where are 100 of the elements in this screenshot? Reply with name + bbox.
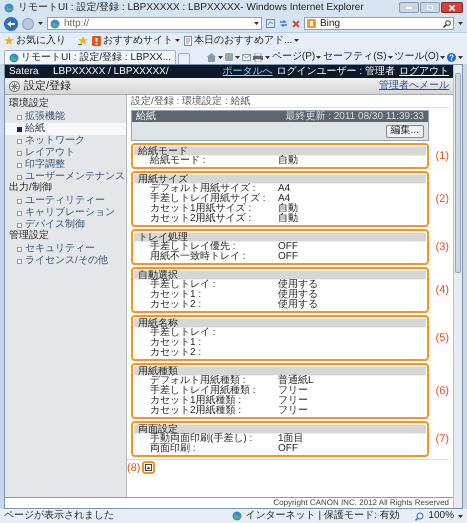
setting-value: OFF xyxy=(278,252,298,262)
setting-label: 手差しトレイ : xyxy=(150,328,217,338)
last-updated: 最終更新 : 2011 08/30 11:39:33 xyxy=(285,112,424,122)
setting-label: カセット2用紙種類 : xyxy=(150,406,242,416)
search-field[interactable]: Bing xyxy=(304,17,454,30)
setting-label: 手差しトレイ用紙サイズ : xyxy=(150,194,267,204)
sidebar-item[interactable]: ユーザーメンテナンス xyxy=(5,171,126,183)
security-zone: インターネット | 保護モード: 有効 xyxy=(246,511,400,521)
page-top-icon xyxy=(145,464,152,471)
mail-link[interactable]: 管理者へメール xyxy=(379,81,449,91)
logout-link[interactable]: ログアウト xyxy=(399,66,449,76)
favorites-button[interactable]: お気に入り xyxy=(4,36,74,46)
caret-icon[interactable] xyxy=(458,22,463,25)
setting-value: フリー xyxy=(278,406,308,416)
sidebar-group-title: 出力/制御 xyxy=(8,183,53,195)
setting-label: 手差しトレイ : xyxy=(150,280,217,290)
favorites-link[interactable]: 本日のおすすめアド... xyxy=(184,36,300,46)
section-header: 給紙モード xyxy=(134,146,426,156)
callout-label: (2) xyxy=(436,194,449,204)
setting-label: カセット2 : xyxy=(150,348,202,358)
setting-label: カセット1 : xyxy=(150,338,202,348)
portal-link[interactable]: ポータルへ xyxy=(222,66,273,76)
callout-label: (3) xyxy=(436,242,449,252)
setting-value: 1面目 xyxy=(278,434,304,444)
section-header: 用紙名称 xyxy=(134,318,426,328)
setting-label: 手動両面印刷(手差し) : xyxy=(150,434,254,444)
callout-label: (6) xyxy=(436,386,449,396)
setting-value: 普通紙L xyxy=(278,376,314,386)
sidebar-item[interactable]: キャリブレーション xyxy=(5,207,126,219)
caret-icon[interactable] xyxy=(254,22,259,25)
section-header: 用紙種類 xyxy=(134,366,426,376)
sidebar-item[interactable]: セキュリティー xyxy=(5,243,126,255)
back-button[interactable] xyxy=(4,16,18,30)
sidebar-item[interactable]: レイアウト xyxy=(5,147,126,159)
stop-icon[interactable] xyxy=(292,20,300,28)
sidebar-item[interactable]: 印字調整 xyxy=(5,159,126,171)
setting-value: フリー xyxy=(278,386,308,396)
section-header: 自動選択 xyxy=(134,270,426,280)
add-favorite-icon[interactable] xyxy=(78,36,88,45)
sidebar-item[interactable]: 給紙 xyxy=(5,123,126,135)
setting-value: フリー xyxy=(278,396,308,406)
search-icon[interactable] xyxy=(443,20,451,28)
edit-button[interactable]: 編集... xyxy=(386,124,424,138)
zoom-icon xyxy=(415,512,424,520)
caret-icon[interactable] xyxy=(440,56,445,58)
favorites-link[interactable]: おすすめサイト xyxy=(92,36,180,46)
window-title: リモートUI : 設定/登録 : LBPXXXXX : LBPXXXXX- Windows Internet Explorer xyxy=(18,2,365,12)
sidebar-group-title: 環境設定 xyxy=(8,99,50,110)
page-top-button[interactable] xyxy=(142,461,156,474)
caret-icon[interactable] xyxy=(234,56,240,58)
browser-icon xyxy=(4,2,14,12)
setting-label: デフォルト用紙サイズ : xyxy=(150,184,256,194)
menu-button[interactable]: セーフティ(S) xyxy=(323,52,393,62)
caret-icon[interactable] xyxy=(388,56,393,58)
setting-value: OFF xyxy=(278,444,298,454)
sidebar-item[interactable]: 拡張機能 xyxy=(5,111,126,123)
setting-label: カセット1用紙種類 : xyxy=(150,396,242,406)
sidebar-item[interactable]: ネットワーク xyxy=(5,135,126,147)
caret-icon[interactable] xyxy=(218,56,223,58)
close-button[interactable] xyxy=(441,2,463,13)
page-icon xyxy=(9,52,19,62)
setting-value: A4 xyxy=(278,184,290,194)
browser-tab[interactable]: リモートUI : 設定/登録 : LBPXX... xyxy=(4,50,176,64)
refresh-icon[interactable] xyxy=(279,19,288,28)
setting-value: 使用する xyxy=(278,280,318,290)
section-header: 両面設定 xyxy=(134,424,426,434)
copyright: Copyright CANON INC. 2012 All Rights Reserved xyxy=(273,498,449,508)
setting-value: 自動 xyxy=(278,214,298,224)
setting-label: カセット2用紙サイズ : xyxy=(150,214,252,224)
bing-icon xyxy=(307,19,316,28)
help-icon[interactable] xyxy=(447,52,456,62)
caret-icon[interactable] xyxy=(316,56,322,58)
print-icon[interactable] xyxy=(252,52,263,62)
breadcrumb: 設定/登録 : 環境設定 : 給紙 xyxy=(131,97,449,108)
sidebar-item[interactable]: デバイス制御 xyxy=(5,219,126,231)
status-message: ページが表示されました xyxy=(4,511,115,521)
page-heading: 設定/登録 xyxy=(24,81,72,91)
setting-value: 自動 xyxy=(278,156,298,166)
page-icon xyxy=(184,36,192,46)
setting-value: 自動 xyxy=(278,204,298,214)
minimize-button[interactable] xyxy=(399,2,419,13)
caret-icon[interactable] xyxy=(38,22,43,25)
callout-label: (4) xyxy=(436,285,449,295)
sidebar-item[interactable]: ユーティリティー xyxy=(5,195,126,207)
caret-icon[interactable] xyxy=(458,56,463,58)
caret-icon[interactable] xyxy=(175,39,180,42)
sidebar-item[interactable]: ライセンス/その他 xyxy=(5,255,126,267)
caret-icon[interactable] xyxy=(458,514,463,518)
menu-button[interactable]: ツール(O) xyxy=(394,52,445,62)
callout-label: (7) xyxy=(436,434,449,444)
caret-icon[interactable] xyxy=(294,39,300,42)
setting-value: A4 xyxy=(278,194,290,204)
sidebar-group-title: 管理設定 xyxy=(8,231,50,243)
site-icon xyxy=(92,36,101,46)
address-field[interactable]: http:// xyxy=(47,17,262,30)
login-user: ログインユーザー : 管理者 xyxy=(276,66,395,76)
compatibility-icon[interactable] xyxy=(266,19,275,28)
caret-icon[interactable] xyxy=(264,56,270,58)
setting-label: デフォルト用紙種類 : xyxy=(150,376,246,386)
menu-button[interactable]: ページ(P) xyxy=(272,52,322,62)
